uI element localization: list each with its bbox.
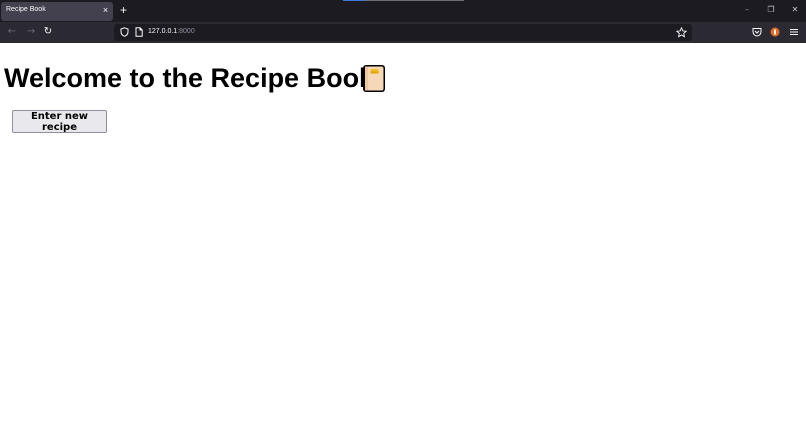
page-info-icon[interactable] bbox=[135, 27, 143, 37]
enter-new-recipe-button[interactable]: Enter new recipe bbox=[12, 110, 107, 133]
tab-bar: Recipe Book × + – ❐ ✕ bbox=[0, 0, 806, 22]
url-port: :8000 bbox=[177, 28, 195, 35]
shield-icon[interactable] bbox=[120, 27, 129, 37]
forward-icon[interactable]: → bbox=[25, 26, 37, 38]
menu-icon[interactable] bbox=[789, 27, 799, 37]
url-host: 127.0.0.1 bbox=[148, 28, 178, 35]
tab-title: Recipe Book bbox=[6, 6, 46, 13]
back-icon[interactable]: ← bbox=[6, 26, 18, 38]
bookmark-star-icon[interactable] bbox=[676, 27, 687, 38]
pocket-icon[interactable] bbox=[752, 27, 762, 37]
tab-bar-accent-blue bbox=[343, 0, 365, 1]
url-bar[interactable] bbox=[114, 24, 692, 41]
tab-close-icon[interactable]: × bbox=[100, 5, 111, 16]
close-window-icon[interactable]: ✕ bbox=[790, 5, 800, 15]
minimize-icon[interactable]: – bbox=[742, 5, 752, 15]
page-content: Welcome to the Recipe Book Enter new rec… bbox=[0, 43, 806, 433]
reload-icon[interactable]: ↻ bbox=[42, 26, 54, 38]
notebook-emoji-icon bbox=[363, 65, 385, 92]
restore-icon[interactable]: ❐ bbox=[766, 5, 776, 15]
tab-recipe-book[interactable]: Recipe Book × bbox=[1, 2, 113, 21]
page-title: Welcome to the Recipe Book bbox=[4, 63, 375, 93]
extension-icon[interactable] bbox=[770, 27, 780, 37]
new-tab-button[interactable]: + bbox=[117, 4, 130, 17]
url-text[interactable]: 127.0.0.1:8000 bbox=[148, 28, 195, 35]
